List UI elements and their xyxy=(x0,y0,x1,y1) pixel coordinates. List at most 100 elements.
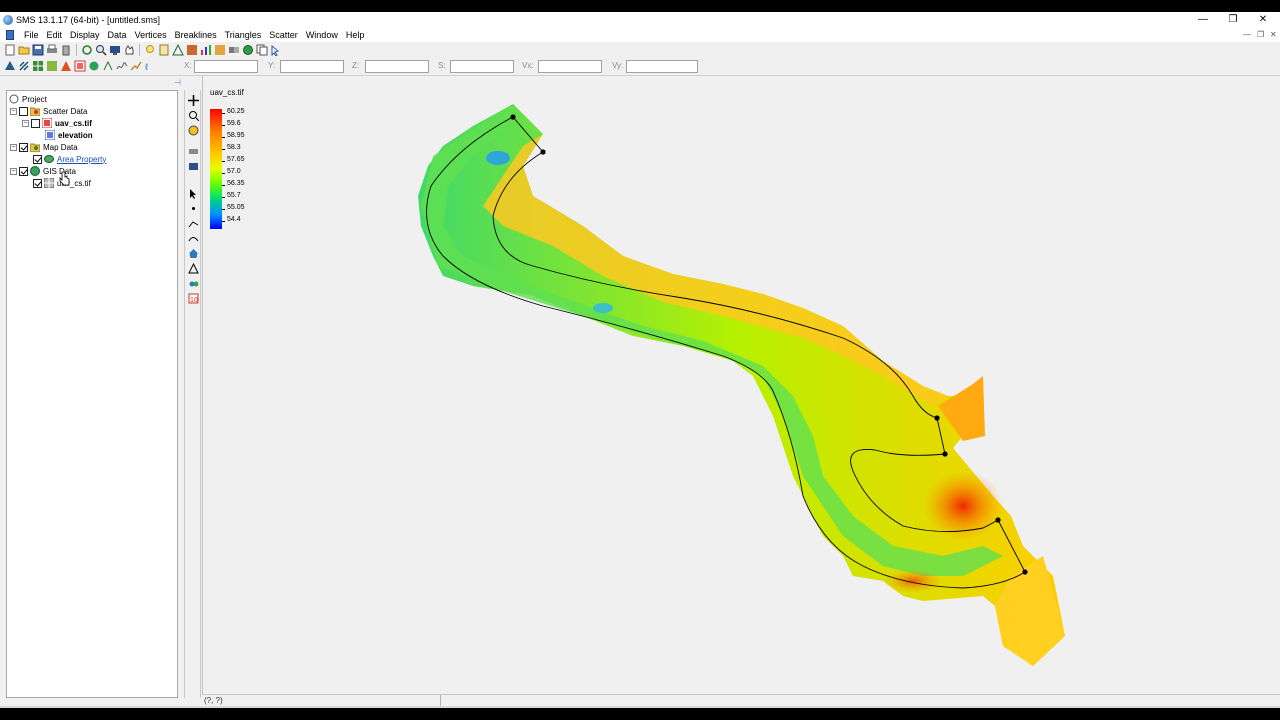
copy-icon[interactable] xyxy=(256,44,268,56)
vy-field[interactable] xyxy=(626,60,698,73)
open-folder-icon[interactable] xyxy=(18,44,30,56)
chart-icon[interactable] xyxy=(200,44,212,56)
select-polygon-icon[interactable] xyxy=(188,248,199,259)
coverage-node[interactable] xyxy=(510,114,516,120)
restore-button[interactable]: ❐ xyxy=(1222,13,1244,27)
zoom-icon[interactable] xyxy=(95,44,107,56)
map-view[interactable] xyxy=(203,76,1280,694)
select-point-icon[interactable] xyxy=(188,203,199,214)
map-module-icon[interactable] xyxy=(60,60,72,72)
document-icon[interactable] xyxy=(6,30,14,40)
z-coord-field[interactable] xyxy=(365,60,429,73)
print-icon[interactable] xyxy=(46,44,58,56)
zoom-icon[interactable] xyxy=(188,110,199,121)
annotation-icon[interactable] xyxy=(188,162,199,173)
uav-cs-tif-checkbox[interactable] xyxy=(31,118,40,128)
merge-icon[interactable] xyxy=(228,44,240,56)
collapse-toggle[interactable]: − xyxy=(10,143,17,151)
raster-icon xyxy=(43,177,55,189)
scatter-folder-icon xyxy=(29,106,41,117)
mesh-icon[interactable] xyxy=(172,43,184,56)
cartesian-grid-module-icon[interactable] xyxy=(18,60,30,72)
particle-module-icon[interactable] xyxy=(102,60,114,72)
y-coord-field[interactable] xyxy=(280,60,344,73)
pan-arrows-icon[interactable] xyxy=(188,95,199,106)
tree-label-area-property: Area Property xyxy=(57,154,107,164)
notes-icon[interactable] xyxy=(158,44,170,56)
tools-icon[interactable] xyxy=(186,44,198,56)
child-minimize-button[interactable]: — xyxy=(1243,30,1251,39)
select-arrow-icon[interactable] xyxy=(188,188,199,199)
menu-data[interactable]: Data xyxy=(104,29,131,41)
vx-field[interactable] xyxy=(538,60,602,73)
coverage-node[interactable] xyxy=(1022,569,1028,575)
display-icon[interactable] xyxy=(109,44,121,56)
tree-label-map-data: Map Data xyxy=(43,142,78,152)
menu-scatter[interactable]: Scatter xyxy=(265,29,302,41)
tree-item-project[interactable]: Project xyxy=(9,93,47,105)
raster-deep-spot xyxy=(593,303,613,313)
minimize-button[interactable]: — xyxy=(1192,13,1214,27)
tree-item-area-property[interactable]: Area Property xyxy=(33,153,106,165)
plot-icon[interactable] xyxy=(214,44,226,56)
collapse-toggle[interactable]: − xyxy=(22,119,29,127)
coverage-node[interactable] xyxy=(942,451,948,457)
s-field[interactable] xyxy=(450,60,514,73)
hand-pan-icon[interactable] xyxy=(123,44,135,56)
refresh-icon[interactable] xyxy=(81,44,93,56)
collapse-toggle[interactable]: − xyxy=(10,107,17,115)
scatter-data-checkbox[interactable] xyxy=(19,106,28,116)
help-pointer-icon[interactable] xyxy=(270,44,282,57)
project-icon xyxy=(9,94,19,104)
gis-uav-cs-tif-checkbox[interactable] xyxy=(33,178,42,188)
sediment-module-icon[interactable]: ℓ xyxy=(144,60,156,72)
x-coord-field[interactable] xyxy=(194,60,258,73)
tree-item-uav-cs-tif[interactable]: − uav_cs.tif xyxy=(22,117,92,129)
tree-item-map-data[interactable]: − Map Data xyxy=(10,141,78,153)
new-file-icon[interactable] xyxy=(4,44,16,56)
graphics-window[interactable]: uav_cs.tif 60.25 59.6 58.95 58.3 57.65 57.0 56… xyxy=(202,76,1280,694)
coverage-node[interactable] xyxy=(995,517,1001,523)
raster-module-icon[interactable] xyxy=(74,60,86,72)
globe-icon[interactable] xyxy=(242,44,254,56)
scatter-module-icon[interactable] xyxy=(46,60,58,72)
gis-module-icon[interactable] xyxy=(88,60,100,72)
area-property-checkbox[interactable] xyxy=(33,154,42,164)
coverage-node[interactable] xyxy=(540,149,546,155)
child-close-button[interactable]: ✕ xyxy=(1270,30,1277,39)
menu-triangles[interactable]: Triangles xyxy=(221,29,266,41)
annotation-module-icon[interactable] xyxy=(116,60,128,72)
pin-icon[interactable]: ⊣ xyxy=(174,78,181,87)
sms-application: SMS 13.1.17 (64-bit) - [untitled.sms] — … xyxy=(0,12,1280,708)
menu-display[interactable]: Display xyxy=(66,29,104,41)
triangle-icon[interactable] xyxy=(188,263,199,274)
child-restore-button[interactable]: ❐ xyxy=(1257,30,1264,39)
frame-icon[interactable] xyxy=(188,146,199,157)
merge-points-icon[interactable] xyxy=(188,278,199,289)
mesh-module-icon[interactable] xyxy=(4,60,16,72)
create-arc-icon[interactable] xyxy=(188,233,199,244)
measure-icon[interactable]: 10 xyxy=(188,293,199,304)
tree-item-scatter-data[interactable]: − Scatter Data xyxy=(10,105,87,117)
close-button[interactable]: ✕ xyxy=(1252,13,1274,27)
mouse-cursor-icon xyxy=(59,171,70,186)
menu-help[interactable]: Help xyxy=(342,29,369,41)
coverage-node[interactable] xyxy=(934,415,940,421)
gis-data-checkbox[interactable] xyxy=(19,166,28,176)
save-icon[interactable] xyxy=(32,44,44,56)
curve-module-icon[interactable] xyxy=(130,60,142,72)
select-vertex-icon[interactable] xyxy=(188,218,199,229)
map-data-checkbox[interactable] xyxy=(19,142,28,152)
lightbulb-icon[interactable] xyxy=(144,44,156,56)
menu-breaklines[interactable]: Breaklines xyxy=(171,29,221,41)
delete-icon[interactable] xyxy=(60,44,72,56)
rotate-icon[interactable] xyxy=(188,125,199,136)
menu-window[interactable]: Window xyxy=(302,29,342,41)
tree-item-elevation[interactable]: elevation xyxy=(44,129,93,141)
menu-file[interactable]: File xyxy=(20,29,43,41)
quadtree-module-icon[interactable] xyxy=(32,60,44,72)
menu-vertices[interactable]: Vertices xyxy=(131,29,171,41)
collapse-toggle[interactable]: − xyxy=(10,167,17,175)
dataset-icon xyxy=(44,129,56,141)
menu-edit[interactable]: Edit xyxy=(43,29,67,41)
